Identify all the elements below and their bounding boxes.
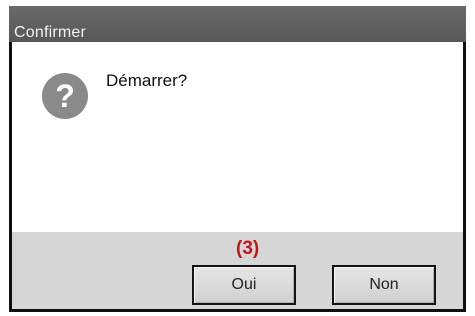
question-icon-symbol: ? [55, 78, 75, 114]
step-annotation: (3) [236, 238, 260, 259]
question-icon: ? [42, 73, 88, 119]
dialog-title: Confirmer [14, 24, 87, 41]
dialog-content: ? Démarrer? [12, 42, 463, 232]
no-button[interactable]: Non [332, 265, 436, 305]
dialog-button-bar: (3) Oui Non [12, 232, 463, 309]
dialog-message: Démarrer? [106, 71, 188, 90]
dialog-titlebar: Confirmer [9, 6, 466, 42]
confirm-dialog: Confirmer ? Démarrer? (3) Oui Non [9, 6, 466, 312]
yes-button[interactable]: Oui [192, 265, 296, 305]
